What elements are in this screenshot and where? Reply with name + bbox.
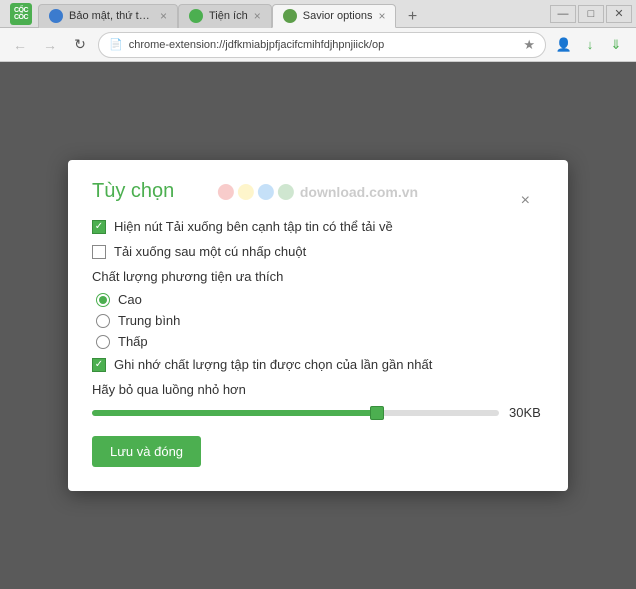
reload-button[interactable]: ↻ <box>68 33 92 57</box>
tab-close-savior[interactable]: × <box>378 10 385 22</box>
watermark-text: download.com.vn <box>300 184 418 200</box>
radio-label-trung-binh: Trung bình <box>118 313 180 328</box>
tab-label-savior: Savior options <box>303 10 373 22</box>
action-buttons: 👤 ↓ ⇓ <box>552 33 628 57</box>
tab-label-bao-mat: Bảo mật, thứ th... <box>69 10 154 22</box>
download-arrow-icon[interactable]: ↓ <box>578 33 602 57</box>
checkbox-row-2[interactable]: Tải xuống sau một cú nhấp chuột <box>92 244 544 259</box>
radio-cao[interactable] <box>96 293 110 307</box>
new-tab-button[interactable]: + <box>400 6 424 28</box>
save-close-button[interactable]: Lưu và đóng <box>92 436 201 467</box>
watermark-circles <box>218 184 294 200</box>
options-dialog: Tùy chọn × download.com.vn ✓ Hiện nút Tả… <box>68 160 568 491</box>
slider-track[interactable] <box>92 410 499 416</box>
tab-icon-tien-ich <box>189 9 203 23</box>
radio-label-thap: Thấp <box>118 334 148 349</box>
tab-icon-bao-mat <box>49 9 63 23</box>
watermark: download.com.vn <box>218 184 418 200</box>
radio-row-cao[interactable]: Cao <box>92 292 544 307</box>
checkbox-label-1: Hiện nút Tải xuống bên cạnh tập tin có t… <box>114 219 393 234</box>
minimize-button[interactable]: — <box>550 5 576 23</box>
checkbox-one-click-download[interactable] <box>92 245 106 259</box>
page-content: Tùy chọn × download.com.vn ✓ Hiện nút Tả… <box>0 62 636 589</box>
slider-value: 30KB <box>509 405 544 420</box>
address-text: chrome-extension://jdfkmiabjpfjacifcmihf… <box>129 39 518 51</box>
radio-inner-cao <box>99 296 107 304</box>
tab-close-bao-mat[interactable]: × <box>160 10 167 22</box>
user-icon[interactable]: 👤 <box>552 33 576 57</box>
radio-label-cao: Cao <box>118 292 142 307</box>
tab-savior-options[interactable]: Savior options × <box>272 4 397 28</box>
maximize-button[interactable]: □ <box>578 5 604 23</box>
radio-trung-binh[interactable] <box>96 314 110 328</box>
download-icon[interactable]: ⇓ <box>604 33 628 57</box>
tab-tien-ich[interactable]: Tiện ích × <box>178 4 272 28</box>
quality-section-label: Chất lượng phương tiện ưa thích <box>92 269 544 284</box>
checkbox-remember-quality[interactable]: ✓ <box>92 358 106 372</box>
slider-section-label: Hãy bỏ qua luồng nhỏ hơn <box>92 382 544 397</box>
checkbox-row-3[interactable]: ✓ Ghi nhớ chất lượng tập tin được chọn c… <box>92 357 544 372</box>
checkbox-show-download-button[interactable]: ✓ <box>92 220 106 234</box>
watermark-circle-yellow <box>238 184 254 200</box>
radio-row-trung-binh[interactable]: Trung bình <box>92 313 544 328</box>
tabs-bar: Bảo mật, thứ th... × Tiện ích × Savior o… <box>38 0 550 28</box>
checkbox-label-3: Ghi nhớ chất lượng tập tin được chọn của… <box>114 357 432 372</box>
browser-logo: CỐCCỐC <box>4 3 38 25</box>
tab-close-tien-ich[interactable]: × <box>254 10 261 22</box>
forward-button[interactable]: → <box>38 33 62 57</box>
address-bar[interactable]: 📄 chrome-extension://jdfkmiabjpfjacifcmi… <box>98 32 546 58</box>
back-button[interactable]: ← <box>8 33 32 57</box>
watermark-circle-red <box>218 184 234 200</box>
checkmark-3: ✓ <box>95 360 103 370</box>
page-type-icon: 📄 <box>109 38 123 51</box>
checkbox-label-2: Tải xuống sau một cú nhấp chuột <box>114 244 306 259</box>
radio-row-thap[interactable]: Thấp <box>92 334 544 349</box>
slider-thumb[interactable] <box>370 406 384 420</box>
title-bar: CỐCCỐC Bảo mật, thứ th... × Tiện ích × S… <box>0 0 636 28</box>
watermark-circle-green <box>278 184 294 200</box>
checkbox-row-1[interactable]: ✓ Hiện nút Tải xuống bên cạnh tập tin có… <box>92 219 544 234</box>
coc-coc-logo: CỐCCỐC <box>10 3 32 25</box>
tab-icon-savior <box>283 9 297 23</box>
slider-fill <box>92 410 377 416</box>
radio-thap[interactable] <box>96 335 110 349</box>
tab-bao-mat[interactable]: Bảo mật, thứ th... × <box>38 4 178 28</box>
slider-row: 30KB <box>92 405 544 420</box>
nav-bar: ← → ↻ 📄 chrome-extension://jdfkmiabjpfja… <box>0 28 636 62</box>
watermark-circle-blue <box>258 184 274 200</box>
tab-label-tien-ich: Tiện ích <box>209 10 248 22</box>
bookmark-icon[interactable]: ★ <box>523 37 535 53</box>
window-controls: — □ ✕ <box>550 5 632 23</box>
close-window-button[interactable]: ✕ <box>606 5 632 23</box>
checkmark-1: ✓ <box>95 222 103 232</box>
dialog-close-button[interactable]: × <box>521 192 530 210</box>
